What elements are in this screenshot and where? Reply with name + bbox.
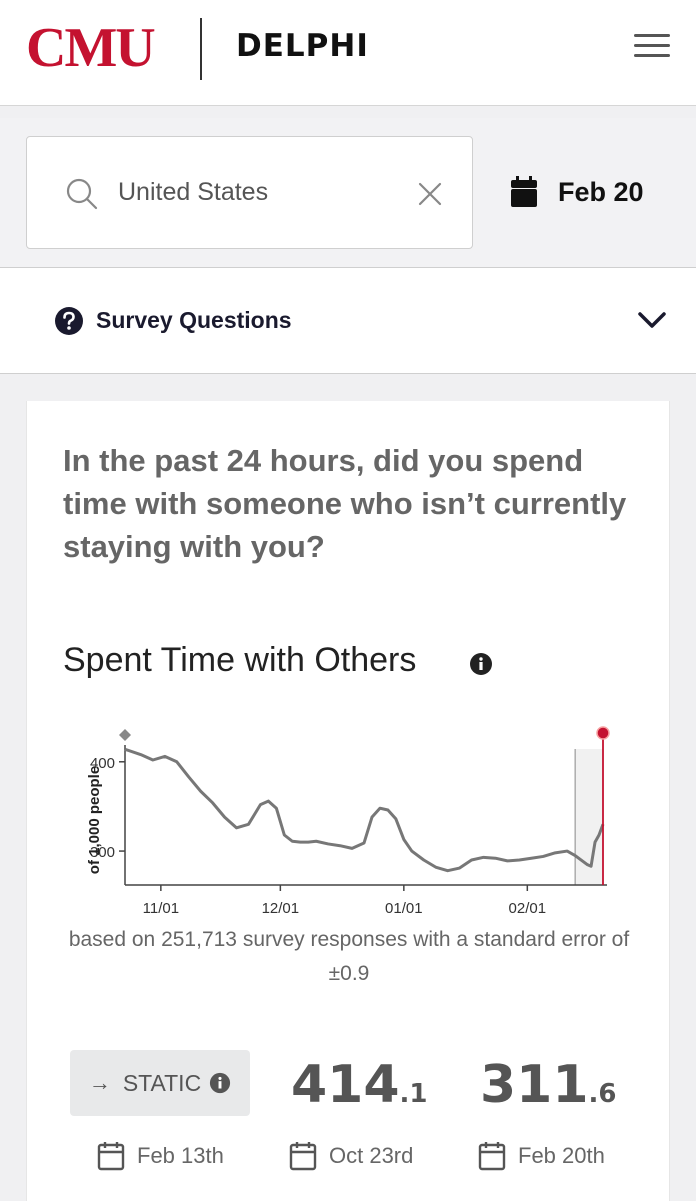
arrow-right-icon: → (88, 1070, 111, 1095)
search-value: United States (118, 178, 269, 206)
static-trend-button[interactable]: → STATIC (70, 1050, 250, 1116)
hamburger-menu-icon[interactable] (634, 34, 670, 64)
current-value-dec: .6 (588, 1079, 617, 1109)
survey-questions-dropdown[interactable]: Survey Questions (0, 268, 696, 374)
x-tick-label: 11/01 (143, 900, 179, 917)
search-icon (66, 178, 98, 210)
chart-caption: based on 251,713 survey responses with a… (68, 928, 630, 985)
calendar-icon (97, 1142, 125, 1171)
max-value-dec: .1 (399, 1079, 428, 1109)
calendar-icon (511, 176, 537, 207)
metric-title: Spent Time with Others (63, 641, 417, 679)
close-icon[interactable] (415, 179, 445, 209)
current-date: Feb 20th (478, 1141, 605, 1171)
survey-card: In the past 24 hours, did you spend time… (26, 401, 670, 1201)
date-picker-button[interactable]: Feb 20 (510, 172, 644, 212)
cmu-logo[interactable]: CMU (26, 18, 156, 78)
static-date: Feb 13th (97, 1141, 224, 1171)
max-date: Oct 23rd (289, 1141, 413, 1171)
logo-divider (200, 18, 202, 80)
x-tick-label: 01/01 (385, 900, 423, 917)
question-circle-icon (55, 307, 83, 335)
delphi-logo[interactable]: DELPHI (236, 28, 369, 64)
current-value: 311.6 (480, 1055, 617, 1115)
survey-question-text: In the past 24 hours, did you spend time… (63, 443, 627, 564)
top-navbar: CMU DELPHI (0, 0, 696, 106)
static-label: STATIC (122, 1069, 202, 1096)
calendar-icon (289, 1142, 317, 1171)
survey-questions-label: Survey Questions (96, 307, 292, 333)
chevron-down-icon[interactable] (636, 308, 668, 332)
max-value-int: 414 (291, 1055, 400, 1115)
location-search-input[interactable]: United States (26, 136, 473, 249)
max-value: 414.1 (291, 1055, 428, 1115)
max-date-label: Oct 23rd (329, 1143, 414, 1168)
selected-date: Feb 20 (558, 176, 644, 207)
x-tick-label: 02/01 (509, 900, 547, 917)
x-tick-label: 12/01 (262, 900, 300, 917)
line-chart[interactable]: 300400of 1,000 people11/01 12/01 01/01 02/0… (79, 719, 639, 919)
y-axis-label: of 1,000 people (86, 766, 103, 874)
info-icon (210, 1072, 231, 1094)
calendar-icon (478, 1142, 506, 1171)
max-marker-diamond (119, 729, 131, 741)
info-icon[interactable] (469, 652, 493, 676)
current-date-marker (596, 726, 610, 740)
series-line (124, 747, 605, 873)
location-date-bar: United States Feb 20 (0, 118, 696, 268)
static-date-label: Feb 13th (137, 1143, 224, 1168)
current-value-int: 311 (480, 1055, 589, 1115)
current-date-label: Feb 20th (518, 1143, 605, 1168)
